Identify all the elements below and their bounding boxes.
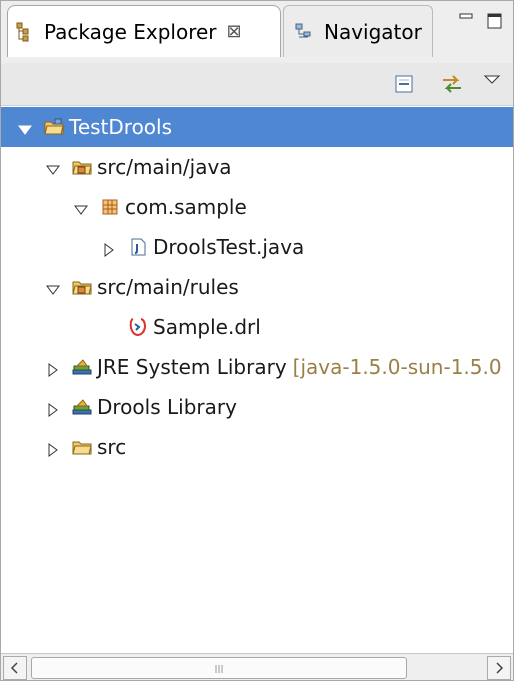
collapsed-triangle-icon[interactable] [45, 399, 61, 417]
collapsed-triangle-icon[interactable] [101, 239, 117, 257]
tree-item-label: TestDrools [69, 115, 173, 139]
tree-item-label: Drools Library [97, 395, 237, 419]
grip-icon [215, 665, 223, 673]
view-tab-bar: Package Explorer ⊠ Navigator [1, 1, 513, 64]
view-menu-icon[interactable] [481, 71, 503, 97]
tree-item-label: src [97, 435, 127, 459]
link-with-editor-icon[interactable] [439, 71, 465, 97]
scroll-right-button[interactable] [487, 656, 511, 680]
tree-item-src-main-java[interactable]: src/main/java [1, 147, 513, 187]
package-explorer-view: Package Explorer ⊠ Navigator TestDrools … [0, 0, 514, 681]
close-tab-icon[interactable]: ⊠ [227, 21, 242, 42]
scrollbar-thumb[interactable] [31, 657, 407, 679]
tree-item-sample-drl[interactable]: Sample.drl [1, 307, 513, 347]
collapse-all-icon[interactable] [391, 71, 417, 97]
tab-navigator-label: Navigator [324, 19, 422, 44]
tree-item-label: src/main/java [97, 155, 232, 179]
expanded-triangle-icon[interactable] [45, 279, 61, 295]
tab-package-explorer-label: Package Explorer [44, 19, 217, 44]
package-explorer-icon [14, 21, 36, 43]
folder-icon [71, 436, 93, 458]
maximize-icon[interactable] [485, 11, 505, 31]
tree-item-com-sample[interactable]: com.sample [1, 187, 513, 227]
tree-item-label: DroolsTest.java [153, 235, 305, 259]
tree-item-label: com.sample [125, 195, 247, 219]
package-icon [99, 196, 121, 218]
expanded-triangle-icon[interactable] [17, 119, 33, 135]
tree-item-src-main-rules[interactable]: src/main/rules [1, 267, 513, 307]
tree-item-droolstest-java[interactable]: DroolsTest.java [1, 227, 513, 267]
collapsed-triangle-icon[interactable] [45, 359, 61, 377]
tab-navigator[interactable]: Navigator [283, 5, 433, 57]
expanded-triangle-icon[interactable] [73, 199, 89, 215]
navigator-icon [294, 21, 316, 43]
expanded-triangle-icon[interactable] [45, 159, 61, 175]
tree-item-label: Sample.drl [153, 315, 261, 339]
tree-item-decoration: [java-1.5.0-sun-1.5.0 [292, 355, 502, 379]
library-icon [71, 396, 93, 418]
scroll-left-button[interactable] [3, 656, 27, 680]
tree-item-label: src/main/rules [97, 275, 239, 299]
view-window-controls [457, 11, 505, 31]
source-folder-icon [71, 276, 93, 298]
drools-rule-file-icon [127, 316, 149, 338]
library-icon [71, 356, 93, 378]
minimize-icon[interactable] [457, 11, 477, 31]
horizontal-scrollbar[interactable] [1, 653, 513, 680]
project-icon [43, 116, 65, 138]
view-toolbar [1, 63, 513, 106]
collapsed-triangle-icon[interactable] [45, 439, 61, 457]
tree-item-drools-library[interactable]: Drools Library [1, 387, 513, 427]
tree-item-testdrools[interactable]: TestDrools [1, 107, 513, 147]
tab-package-explorer[interactable]: Package Explorer ⊠ [7, 5, 281, 57]
java-file-icon [127, 236, 149, 258]
tree-item-src[interactable]: src [1, 427, 513, 467]
tree-item-jre-system-library[interactable]: JRE System Library [java-1.5.0-sun-1.5.0 [1, 347, 513, 387]
tree-item-label: JRE System Library [97, 355, 287, 379]
source-folder-icon [71, 156, 93, 178]
